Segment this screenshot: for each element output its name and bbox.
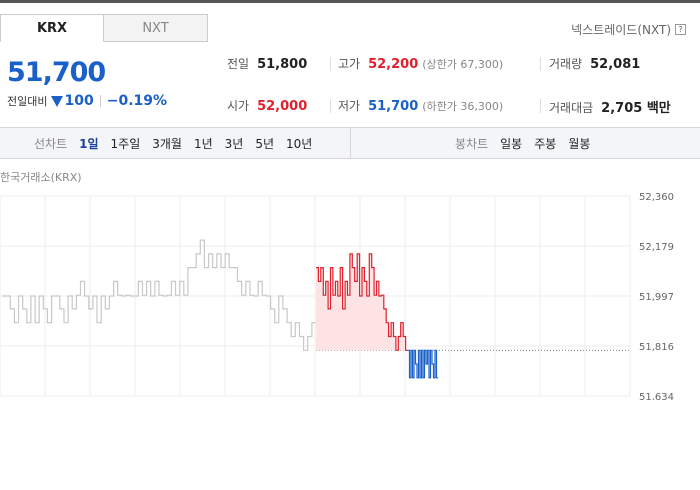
series-line-down — [408, 349, 438, 379]
stat-open-label: 시가 — [227, 99, 250, 113]
stat-upper-limit: (상한가 67,300) — [422, 58, 504, 71]
change-value: 100 — [64, 93, 94, 109]
price-change: 전일대비 100 −0.19% — [7, 93, 167, 109]
line-chart-label: 선차트 — [34, 136, 68, 151]
chart-toolbar: 선차트 1일 1주일 3개월 1년 3년 5년 10년 봉차트 일봉 주봉 월봉 — [0, 127, 700, 159]
stat-lower-limit: (하한가 36,300) — [422, 100, 504, 113]
candle-chart-label: 봉차트 — [455, 136, 489, 151]
stat-amount-value: 2,705 백만 — [601, 101, 671, 116]
stat-divider — [330, 99, 331, 113]
top-border — [0, 0, 700, 3]
period-5y[interactable]: 5년 — [255, 135, 274, 152]
toolbar-divider — [350, 128, 351, 158]
period-3m[interactable]: 3개월 — [152, 135, 182, 152]
stat-open: 시가 52,000 — [227, 97, 307, 114]
stat-low-label: 저가 — [338, 99, 361, 113]
line-chart-group: 선차트 1일 1주일 3개월 1년 3년 5년 10년 — [34, 128, 324, 158]
stat-divider — [540, 57, 541, 71]
nxt-link-label: 넥스트레이드(NXT) — [571, 23, 671, 37]
stat-volume-label: 거래량 — [549, 57, 583, 71]
stat-prev-value: 51,800 — [257, 57, 308, 72]
stat-amount-label: 거래대금 — [549, 101, 594, 115]
stat-high-value: 52,200 — [368, 57, 419, 72]
stat-amount: 거래대금 2,705 백만 — [549, 97, 671, 116]
exchange-label: 한국거래소(KRX) — [0, 171, 82, 184]
period-3y[interactable]: 3년 — [225, 135, 244, 152]
intraday-price-chart: 52,360 52,179 51,997 51,816 51,634 — [0, 192, 674, 400]
nxt-link[interactable]: 넥스트레이드(NXT) ? — [571, 21, 686, 38]
candle-weekly[interactable]: 주봉 — [534, 135, 556, 152]
tab-krx[interactable]: KRX — [0, 14, 104, 42]
down-triangle-icon — [51, 95, 64, 107]
candle-monthly[interactable]: 월봉 — [568, 135, 590, 152]
period-10y[interactable]: 10년 — [286, 135, 312, 152]
y-tick-label: 51,634 — [639, 392, 674, 400]
period-1w[interactable]: 1주일 — [111, 135, 141, 152]
period-1y[interactable]: 1년 — [194, 135, 213, 152]
help-icon[interactable]: ? — [675, 24, 686, 35]
stat-high: 고가 52,200 (상한가 67,300) — [338, 55, 503, 72]
y-tick-label: 51,997 — [639, 292, 674, 303]
change-divider — [99, 95, 101, 107]
stat-divider — [330, 57, 331, 71]
stat-volume: 거래량 52,081 — [549, 55, 640, 72]
change-label: 전일대비 — [7, 95, 48, 108]
y-tick-label: 51,816 — [639, 342, 674, 353]
y-tick-label: 52,360 — [639, 192, 674, 203]
series-line-before — [2, 239, 316, 351]
tab-nxt[interactable]: NXT — [104, 14, 208, 42]
market-tabs: KRX NXT — [0, 14, 208, 42]
stat-volume-value: 52,081 — [590, 57, 641, 72]
candle-chart-group: 봉차트 일봉 주봉 월봉 — [455, 128, 602, 158]
stat-open-value: 52,000 — [257, 99, 308, 114]
stat-divider — [540, 99, 541, 113]
candle-daily[interactable]: 일봉 — [500, 135, 522, 152]
stat-low: 저가 51,700 (하한가 36,300) — [338, 97, 503, 114]
stat-prev-label: 전일 — [227, 57, 250, 71]
y-tick-label: 52,179 — [639, 242, 674, 253]
change-percent: −0.19% — [106, 93, 168, 109]
period-1d[interactable]: 1일 — [79, 135, 98, 152]
stat-high-label: 고가 — [338, 57, 361, 71]
stat-prev: 전일 51,800 — [227, 55, 307, 72]
current-price: 51,700 — [7, 57, 106, 88]
stat-low-value: 51,700 — [368, 99, 419, 114]
